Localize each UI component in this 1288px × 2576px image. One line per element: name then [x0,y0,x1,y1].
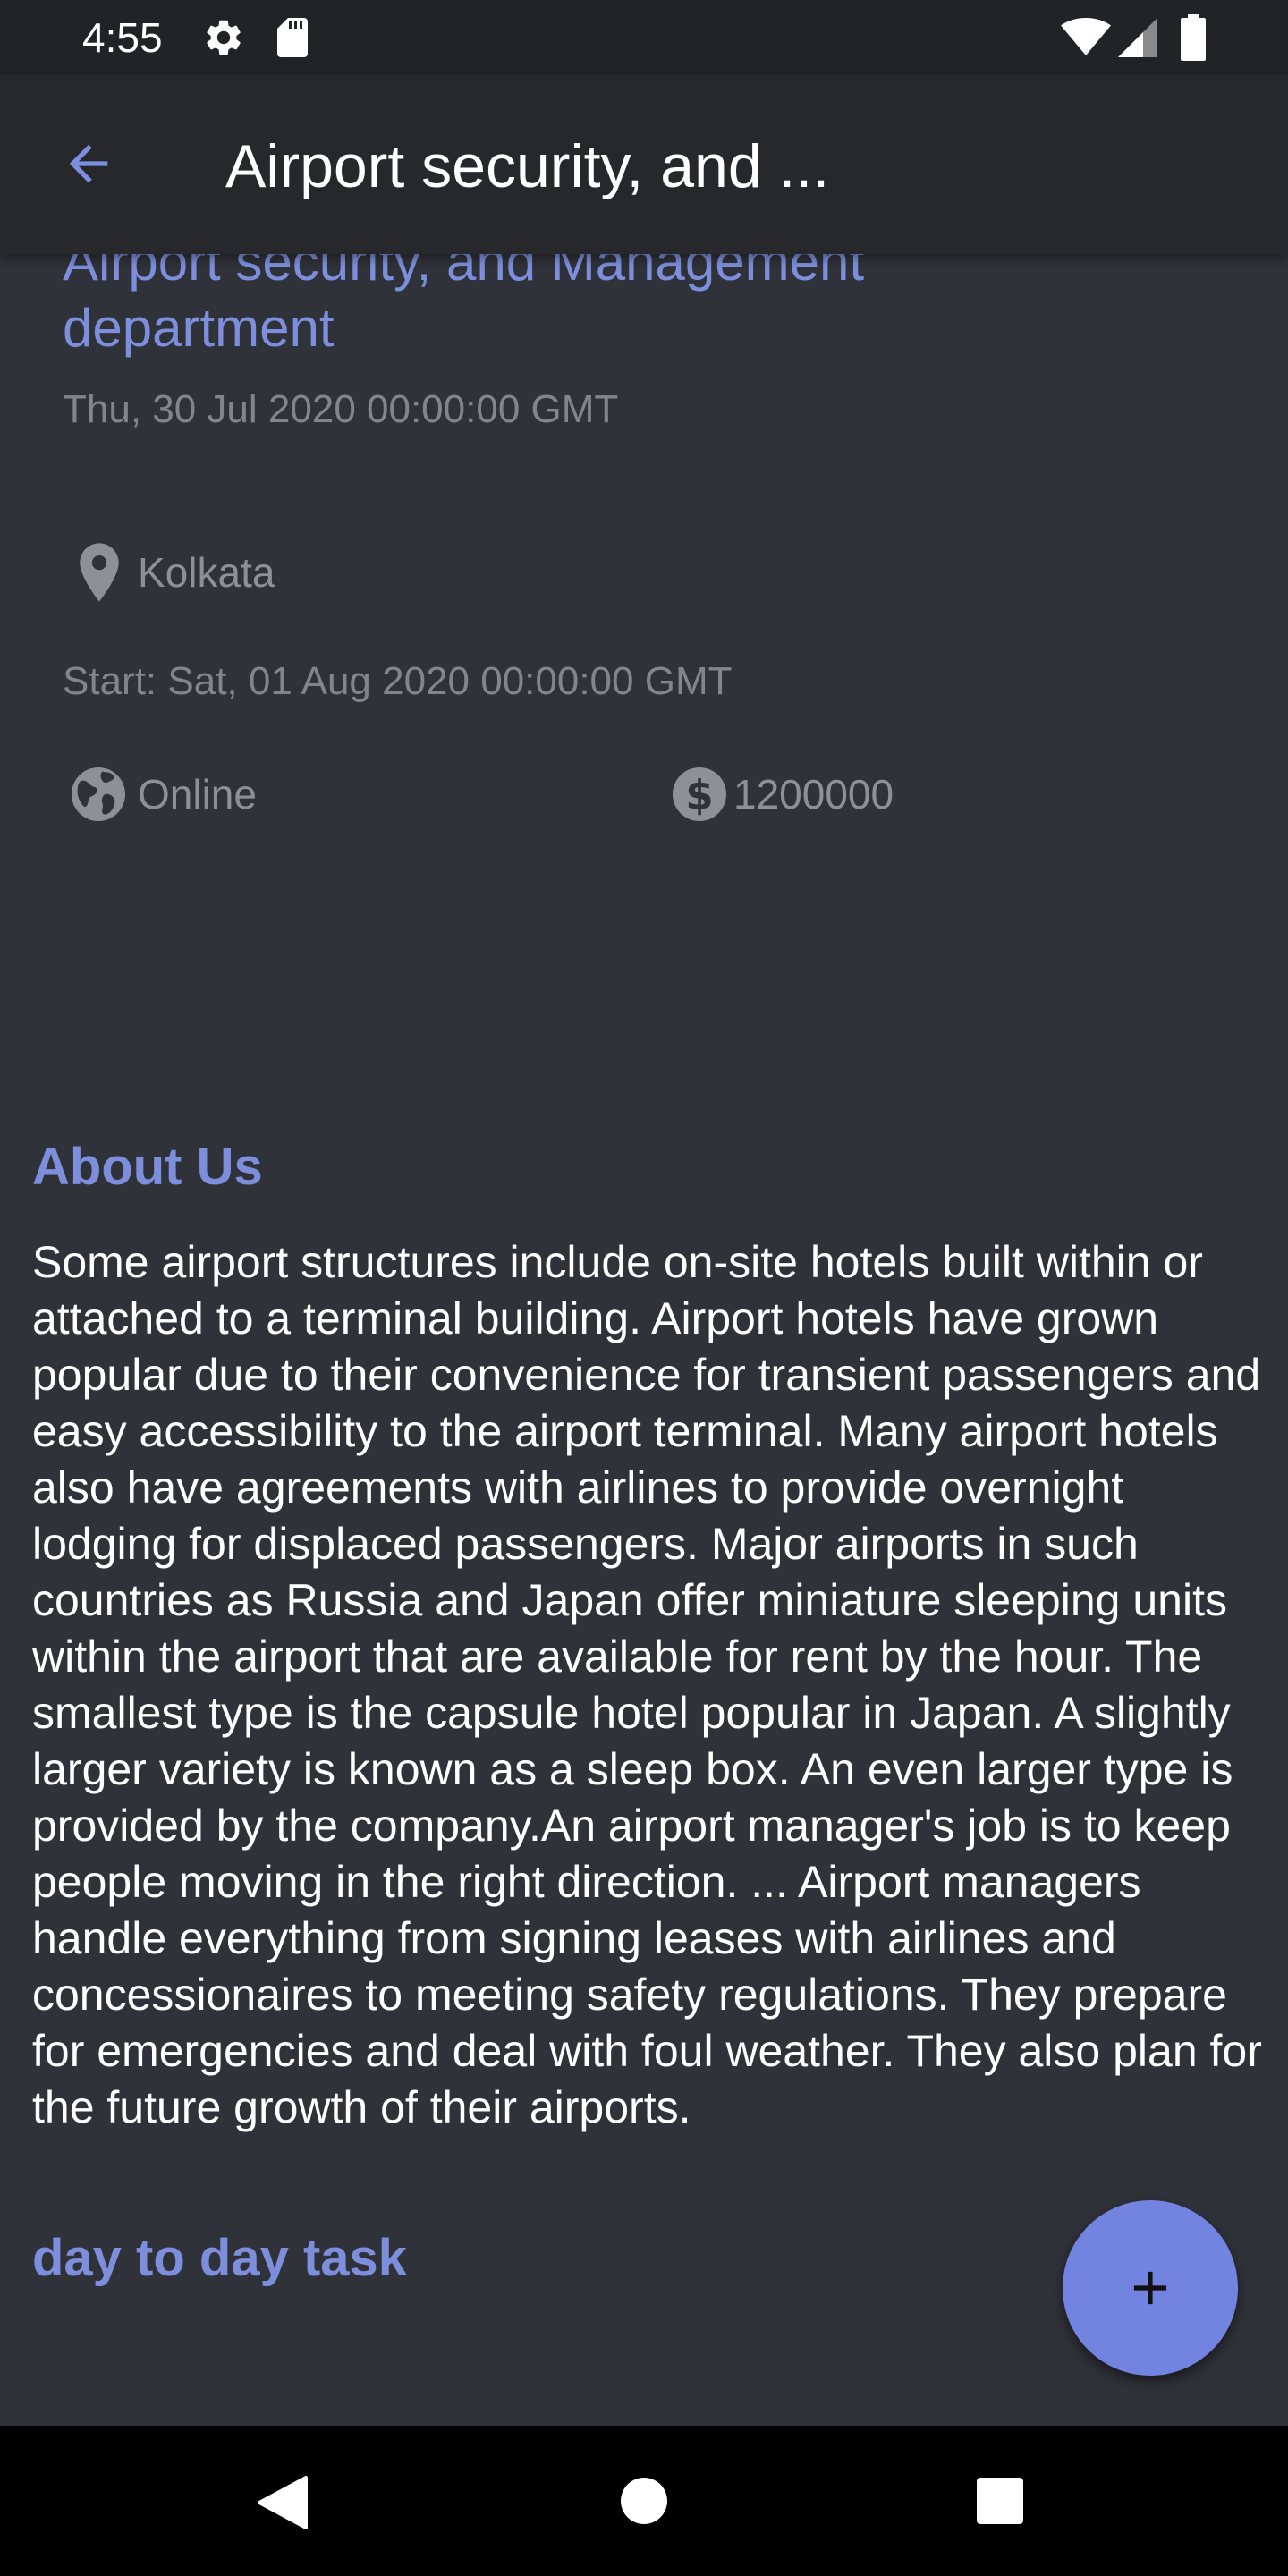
svg-text:$: $ [685,772,713,819]
back-button[interactable] [39,114,138,213]
status-time: 4:55 [82,14,163,61]
task-heading: day to day task [32,2229,408,2287]
app-bar-title: Airport security, and ... [225,132,830,200]
status-bar: 4:55 [0,0,1288,75]
budget-label: 1200000 [733,771,894,818]
location-row: Kolkata [70,538,275,606]
start-date: Start: Sat, 01 Aug 2020 00:00:00 GMT [63,659,733,703]
screen: 4:55 Airport security, and Management de… [0,0,1288,2576]
dollar-icon: $ [673,767,726,821]
system-nav-bar [0,2426,1288,2576]
app-bar: Airport security, and ... [0,75,1288,254]
mode-row: Online [66,762,257,826]
add-button[interactable] [1063,2200,1238,2376]
battery-icon [1181,14,1206,61]
nav-recents-icon[interactable] [977,2478,1023,2524]
cell-signal-icon [1118,18,1157,57]
about-body: Some airport structures include on-site … [32,1237,1262,2132]
mode-label: Online [138,771,257,818]
nav-back-icon[interactable] [256,2474,309,2531]
posted-date: Thu, 30 Jul 2020 00:00:00 GMT [63,387,619,431]
budget-row: $ 1200000 [667,762,894,826]
location-label: Kolkata [138,549,275,596]
sd-card-icon [277,18,308,57]
globe-icon [72,767,125,821]
arrow-left-icon [69,144,108,183]
about-heading: About Us [32,1138,263,1196]
location-pin-icon [80,543,119,602]
gear-icon [207,20,241,55]
wifi-icon [1061,18,1111,55]
plus-icon [1133,2271,1167,2305]
nav-home-icon[interactable] [621,2478,667,2524]
